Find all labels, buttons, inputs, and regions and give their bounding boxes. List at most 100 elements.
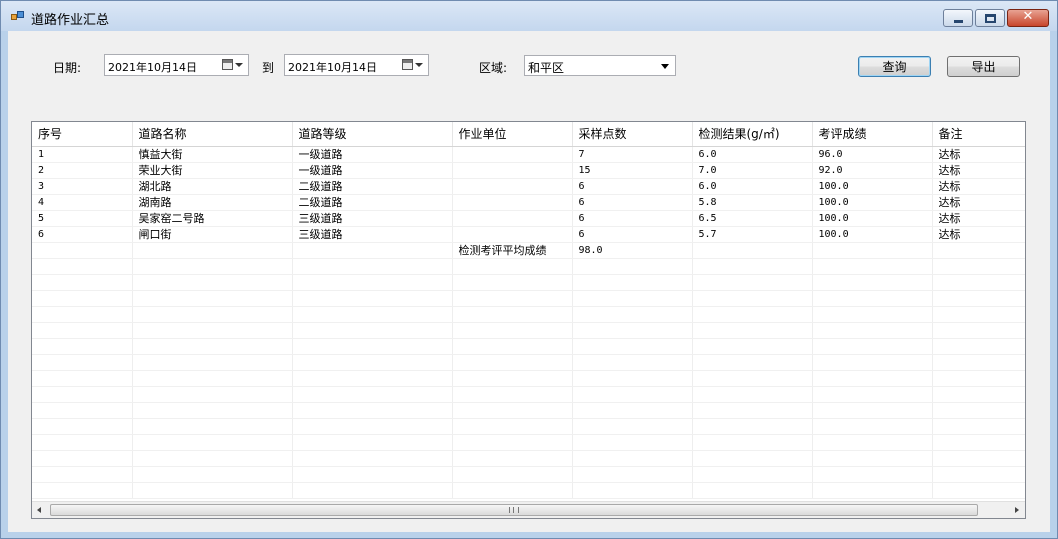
table-row-empty: [32, 418, 1025, 435]
table-row-empty: [32, 290, 1025, 307]
table-row[interactable]: 6 闸口街 三级道路 6 5.7 100.0 达标: [32, 226, 1025, 243]
table-cell-empty: [932, 290, 1025, 307]
table-cell: 92.0: [812, 162, 933, 179]
table-cell-empty: [292, 466, 453, 483]
table-row-empty: [32, 434, 1025, 451]
app-window: 道路作业汇总 ✕ 日期: 2021年10月14日 到 2021年10月14日 区…: [0, 0, 1058, 539]
table-cell: 100.0: [812, 210, 933, 227]
table-cell-empty: [132, 258, 293, 275]
table-cell-empty: [692, 434, 813, 451]
table-cell-empty: [452, 402, 573, 419]
table-cell-empty: [292, 258, 453, 275]
table-cell: 湖南路: [132, 194, 293, 211]
table-row[interactable]: 5 吴家窑二号路 三级道路 6 6.5 100.0 达标: [32, 210, 1025, 227]
calendar-dropdown-icon[interactable]: [402, 58, 424, 72]
table-cell-empty: [812, 290, 933, 307]
table-row-empty: [32, 354, 1025, 371]
maximize-icon: [985, 14, 996, 23]
horizontal-scrollbar[interactable]: [32, 501, 1025, 518]
table-cell-empty: [292, 450, 453, 467]
table-cell-empty: [132, 370, 293, 387]
table-cell-empty: [692, 322, 813, 339]
table-cell-empty: [32, 354, 133, 371]
column-header[interactable]: 作业单位: [452, 122, 573, 147]
table-cell-empty: [812, 370, 933, 387]
table-cell-empty: [292, 402, 453, 419]
table-cell-empty: [932, 402, 1025, 419]
grip-icon: [509, 507, 519, 513]
maximize-button[interactable]: [975, 9, 1005, 27]
table-cell: 检测考评平均成绩: [452, 242, 573, 259]
query-button[interactable]: 查询: [858, 56, 931, 77]
close-button[interactable]: ✕: [1007, 9, 1049, 27]
table-cell-empty: [32, 466, 133, 483]
area-select[interactable]: 和平区: [524, 55, 676, 76]
table-row[interactable]: 4 湖南路 二级道路 6 5.8 100.0 达标: [32, 194, 1025, 211]
column-header[interactable]: 采样点数: [572, 122, 693, 147]
table-cell-empty: [132, 386, 293, 403]
data-grid[interactable]: 序号 道路名称 道路等级 作业单位 采样点数 检测结果(g/㎡) 考评成绩 备注…: [31, 121, 1026, 519]
table-cell-empty: [452, 482, 573, 499]
table-cell: 6: [572, 178, 693, 195]
table-cell-empty: [32, 258, 133, 275]
table-cell-empty: [932, 466, 1025, 483]
column-header[interactable]: 序号: [32, 122, 133, 147]
table-row[interactable]: 检测考评平均成绩 98.0: [32, 242, 1025, 259]
table-cell-empty: [692, 466, 813, 483]
table-cell-empty: [572, 386, 693, 403]
scroll-left-icon[interactable]: [37, 507, 41, 513]
table-cell-empty: [572, 418, 693, 435]
column-header[interactable]: 检测结果(g/㎡): [692, 122, 813, 147]
table-row[interactable]: 3 湖北路 二级道路 6 6.0 100.0 达标: [32, 178, 1025, 195]
table-cell: 100.0: [812, 194, 933, 211]
table-cell: 5.8: [692, 194, 813, 211]
table-cell-empty: [452, 258, 573, 275]
table-cell-empty: [572, 354, 693, 371]
date-to-picker[interactable]: 2021年10月14日: [284, 54, 429, 76]
column-header[interactable]: 备注: [932, 122, 1025, 147]
table-cell: 二级道路: [292, 194, 453, 211]
table-cell: [452, 146, 573, 163]
table-cell-empty: [132, 466, 293, 483]
window-title: 道路作业汇总: [31, 13, 110, 28]
table-cell-empty: [292, 338, 453, 355]
table-row[interactable]: 2 荣业大街 一级道路 15 7.0 92.0 达标: [32, 162, 1025, 179]
table-cell: [932, 242, 1025, 259]
table-cell-empty: [292, 354, 453, 371]
table-cell: 6.0: [692, 146, 813, 163]
calendar-dropdown-icon[interactable]: [222, 58, 244, 72]
scroll-thumb[interactable]: [50, 504, 978, 516]
table-cell-empty: [692, 450, 813, 467]
table-cell: [452, 178, 573, 195]
table-row-empty: [32, 322, 1025, 339]
title-bar[interactable]: 道路作业汇总 ✕: [1, 1, 1057, 31]
table-cell-empty: [132, 322, 293, 339]
table-cell-empty: [452, 274, 573, 291]
table-cell-empty: [812, 354, 933, 371]
table-cell: 6: [572, 210, 693, 227]
column-header[interactable]: 道路名称: [132, 122, 293, 147]
table-cell-empty: [452, 434, 573, 451]
scroll-right-icon[interactable]: [1015, 507, 1019, 513]
export-button[interactable]: 导出: [947, 56, 1020, 77]
table-cell: 1: [32, 146, 133, 163]
table-cell-empty: [132, 290, 293, 307]
window-controls: ✕: [941, 9, 1049, 27]
table-cell-empty: [932, 338, 1025, 355]
table-cell: [132, 242, 293, 259]
column-header[interactable]: 考评成绩: [812, 122, 933, 147]
date-from-picker[interactable]: 2021年10月14日: [104, 54, 249, 76]
column-header[interactable]: 道路等级: [292, 122, 453, 147]
minimize-button[interactable]: [943, 9, 973, 27]
table-cell: [452, 194, 573, 211]
grid-table: 序号 道路名称 道路等级 作业单位 采样点数 检测结果(g/㎡) 考评成绩 备注…: [32, 122, 1025, 499]
table-cell: 98.0: [572, 242, 693, 259]
table-cell-empty: [692, 290, 813, 307]
to-label: 到: [262, 61, 275, 75]
table-row[interactable]: 1 慎益大街 一级道路 7 6.0 96.0 达标: [32, 146, 1025, 163]
table-cell-empty: [32, 338, 133, 355]
area-label: 区域:: [479, 61, 508, 75]
table-cell-empty: [32, 322, 133, 339]
table-row-empty: [32, 370, 1025, 387]
table-cell-empty: [812, 450, 933, 467]
